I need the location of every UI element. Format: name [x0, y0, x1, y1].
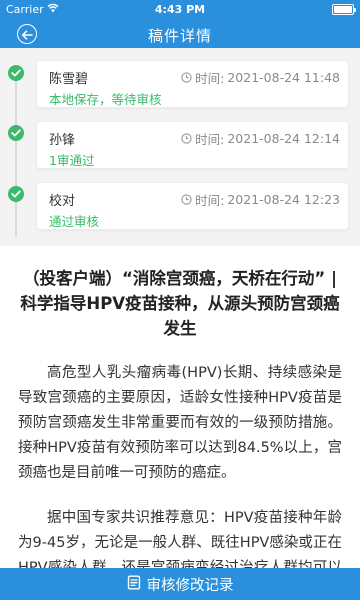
check-icon [8, 65, 24, 81]
article-content[interactable]: （投客户端）“消除宫颈癌，天桥在行动” | 科学指导HPV疫苗接种，从源头预防宫… [0, 246, 360, 568]
reviewer-name: 校对 [49, 194, 76, 209]
time-value: 2021-08-24 11:48 [227, 70, 340, 85]
clock-icon [181, 194, 192, 205]
clock-icon [181, 133, 192, 144]
time-label: 时间: [195, 132, 225, 147]
card-time: 时间: 2021-08-24 11:48 [181, 68, 340, 87]
timeline-card: 陈雪碧 时间: 2021-08-24 11:48 本地保存，等待审核 [36, 60, 349, 108]
time-label: 时间: [195, 71, 225, 86]
page-title: 稿件详情 [147, 27, 212, 45]
record-icon [127, 575, 141, 594]
timeline-card: 孙锋 时间: 2021-08-24 12:14 1审通过 [36, 121, 349, 169]
article-title: （投客户端）“消除宫颈癌，天桥在行动” | 科学指导HPV疫苗接种，从源头预防宫… [20, 269, 340, 338]
article-paragraph: 高危型人乳头瘤病毒(HPV)长期、持续感染是导致宫颈癌的主要原因，适龄女性接种H… [18, 365, 342, 481]
review-history-button[interactable]: 审核修改记录 [0, 568, 360, 600]
reviewer-name: 孙锋 [49, 133, 76, 148]
card-time: 时间: 2021-08-24 12:23 [181, 190, 340, 209]
check-icon [8, 186, 24, 202]
nav-bar: 稿件详情 [0, 20, 360, 48]
review-status: 通过审核 [49, 214, 100, 229]
battery-icon [332, 4, 356, 15]
article-paragraph: 据中国专家共识推荐意见：HPV疫苗接种年龄为9-45岁，无论是一般人群、既往HP… [18, 510, 342, 568]
review-timeline: 陈雪碧 时间: 2021-08-24 11:48 本地保存，等待审核 孙锋 时间… [0, 48, 360, 246]
time-value: 2021-08-24 12:14 [227, 131, 340, 146]
card-time: 时间: 2021-08-24 12:14 [181, 129, 340, 148]
time-label: 时间: [195, 193, 225, 208]
review-status: 本地保存，等待审核 [49, 92, 162, 107]
review-history-label: 审核修改记录 [146, 577, 234, 594]
clock-icon [181, 72, 192, 83]
time-value: 2021-08-24 12:23 [227, 192, 340, 207]
status-bar: Carrier 4:43 PM [0, 0, 360, 20]
battery-fill [334, 6, 352, 13]
check-icon [8, 125, 24, 141]
review-status: 1审通过 [49, 153, 95, 168]
status-time: 4:43 PM [154, 3, 206, 16]
reviewer-name: 陈雪碧 [49, 72, 89, 87]
timeline-line [15, 76, 17, 236]
timeline-card: 校对 时间: 2021-08-24 12:23 通过审核 [36, 182, 349, 230]
